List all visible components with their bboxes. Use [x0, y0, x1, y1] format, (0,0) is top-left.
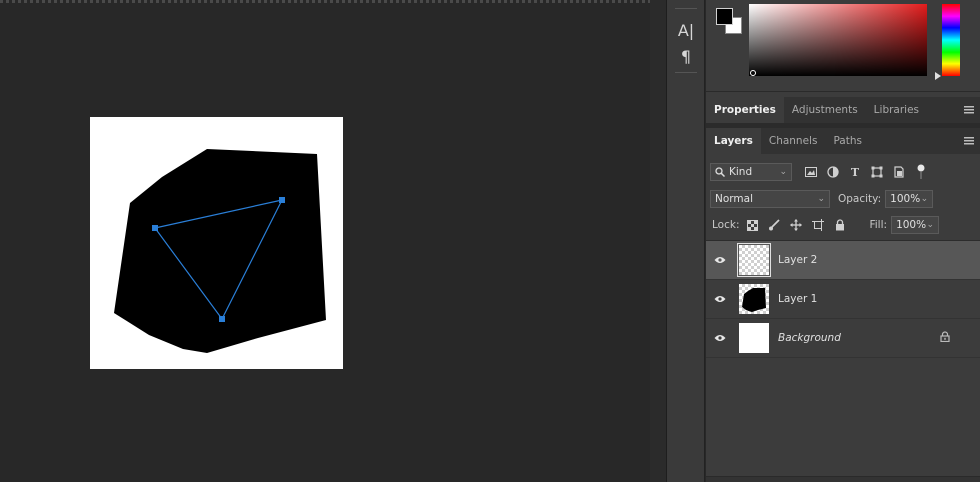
layer-row-background[interactable]: Background — [706, 319, 980, 358]
foreground-color-swatch[interactable] — [716, 8, 733, 25]
layers-tab-bar: Layers Channels Paths — [706, 128, 980, 154]
chevron-down-icon: ⌄ — [779, 167, 787, 177]
lock-all-icon[interactable] — [829, 216, 851, 234]
tab-label: Channels — [768, 135, 818, 147]
fill-value: 100% — [896, 219, 927, 231]
panel-tool-strip: A| ¶ — [667, 0, 705, 482]
workspace-top-edge — [0, 0, 650, 3]
layer-row-layer-1[interactable]: Layer 1 — [706, 280, 980, 319]
canvas-artwork[interactable] — [90, 117, 343, 369]
panel-divider[interactable] — [650, 0, 667, 482]
tool-strip-separator — [675, 72, 697, 73]
visibility-toggle[interactable] — [706, 256, 734, 264]
opacity-label: Opacity: — [838, 193, 882, 205]
tab-label: Adjustments — [791, 104, 858, 116]
shape-thumbnail-icon — [742, 288, 766, 312]
shape-filter-icon[interactable] — [866, 163, 888, 181]
tab-label: Properties — [714, 104, 776, 116]
path-anchor-point[interactable] — [219, 316, 225, 322]
properties-tab-bar: Properties Adjustments Libraries — [706, 97, 980, 123]
blend-mode-select[interactable]: Normal ⌄ — [710, 190, 830, 208]
tab-layers[interactable]: Layers — [706, 128, 761, 154]
right-panels: Properties Adjustments Libraries Layers … — [706, 0, 980, 482]
opacity-value: 100% — [890, 193, 921, 205]
lock-transparency-icon[interactable] — [741, 216, 763, 234]
hamburger-menu-icon — [964, 106, 974, 114]
opacity-field[interactable]: 100% ⌄ — [885, 190, 934, 208]
canvas-workspace[interactable] — [0, 0, 650, 482]
layers-list: Layer 2 Layer 1 Background — [706, 240, 980, 482]
tab-paths[interactable]: Paths — [825, 128, 870, 154]
lock-position-move-icon[interactable] — [785, 216, 807, 234]
panel-menu-button[interactable] — [958, 128, 980, 154]
chevron-down-icon: ⌄ — [926, 220, 935, 230]
tab-label: Paths — [833, 135, 862, 147]
eye-icon — [714, 257, 726, 263]
lock-label: Lock: — [712, 219, 740, 231]
path-anchor-point[interactable] — [152, 225, 158, 231]
tool-strip-separator — [675, 8, 697, 9]
visibility-toggle[interactable] — [706, 295, 734, 303]
paragraph-icon: ¶ — [680, 46, 692, 66]
layer-name[interactable]: Layer 2 — [778, 254, 817, 266]
eye-icon — [714, 335, 726, 341]
adjustment-filter-icon[interactable] — [822, 163, 844, 181]
lock-pixels-brush-icon[interactable] — [763, 216, 785, 234]
layer-row-layer-2[interactable]: Layer 2 — [706, 241, 980, 280]
fill-field[interactable]: 100% ⌄ — [891, 216, 940, 234]
lock-artboard-icon[interactable] — [807, 216, 829, 234]
tab-label: Libraries — [873, 104, 920, 116]
lock-icon[interactable] — [940, 331, 950, 345]
chevron-down-icon: ⌄ — [920, 194, 929, 204]
character-icon: A| — [677, 20, 695, 40]
layer-name[interactable]: Background — [778, 332, 841, 344]
filter-kind-select[interactable]: Kind ⌄ — [710, 163, 792, 181]
visibility-toggle[interactable] — [706, 334, 734, 342]
character-panel-button[interactable]: A| — [667, 19, 705, 41]
search-icon — [715, 167, 725, 177]
type-filter-icon[interactable]: T — [844, 163, 866, 181]
layer-thumbnail-white[interactable] — [739, 323, 769, 353]
eye-icon — [714, 296, 726, 302]
paragraph-panel-button[interactable]: ¶ — [667, 45, 705, 67]
smart-object-filter-icon[interactable] — [888, 163, 910, 181]
document-canvas[interactable] — [90, 117, 343, 369]
path-anchor-point[interactable] — [279, 197, 285, 203]
filter-toggle-switch[interactable] — [910, 163, 932, 181]
blend-row: Normal ⌄ Opacity: 100% ⌄ — [706, 190, 980, 208]
black-shape[interactable] — [114, 149, 326, 353]
fill-label: Fill: — [869, 219, 888, 231]
tab-adjustments[interactable]: Adjustments — [784, 97, 866, 123]
image-filter-icon[interactable] — [800, 163, 822, 181]
tab-libraries[interactable]: Libraries — [866, 97, 927, 123]
color-panel — [706, 0, 980, 92]
layer-filter-row: Kind ⌄ T — [706, 163, 980, 181]
hue-slider-marker[interactable] — [935, 72, 941, 80]
lock-row: Lock: Fill: 100% ⌄ — [706, 216, 980, 234]
panel-menu-button[interactable] — [958, 97, 980, 123]
layer-thumbnail-shape[interactable] — [739, 284, 769, 314]
color-picker-field[interactable] — [749, 4, 927, 76]
hamburger-menu-icon — [964, 137, 974, 145]
layer-thumbnail-transparent[interactable] — [737, 243, 771, 277]
tab-channels[interactable]: Channels — [761, 128, 826, 154]
blend-mode-value: Normal — [715, 193, 753, 205]
color-picker-marker[interactable] — [750, 70, 756, 76]
chevron-down-icon: ⌄ — [817, 194, 825, 204]
tab-label: Layers — [714, 135, 753, 147]
hue-slider[interactable] — [942, 4, 960, 76]
layer-name[interactable]: Layer 1 — [778, 293, 817, 305]
tab-properties[interactable]: Properties — [706, 97, 784, 123]
filter-kind-label: Kind — [729, 166, 753, 178]
layers-panel-footer — [706, 476, 980, 482]
